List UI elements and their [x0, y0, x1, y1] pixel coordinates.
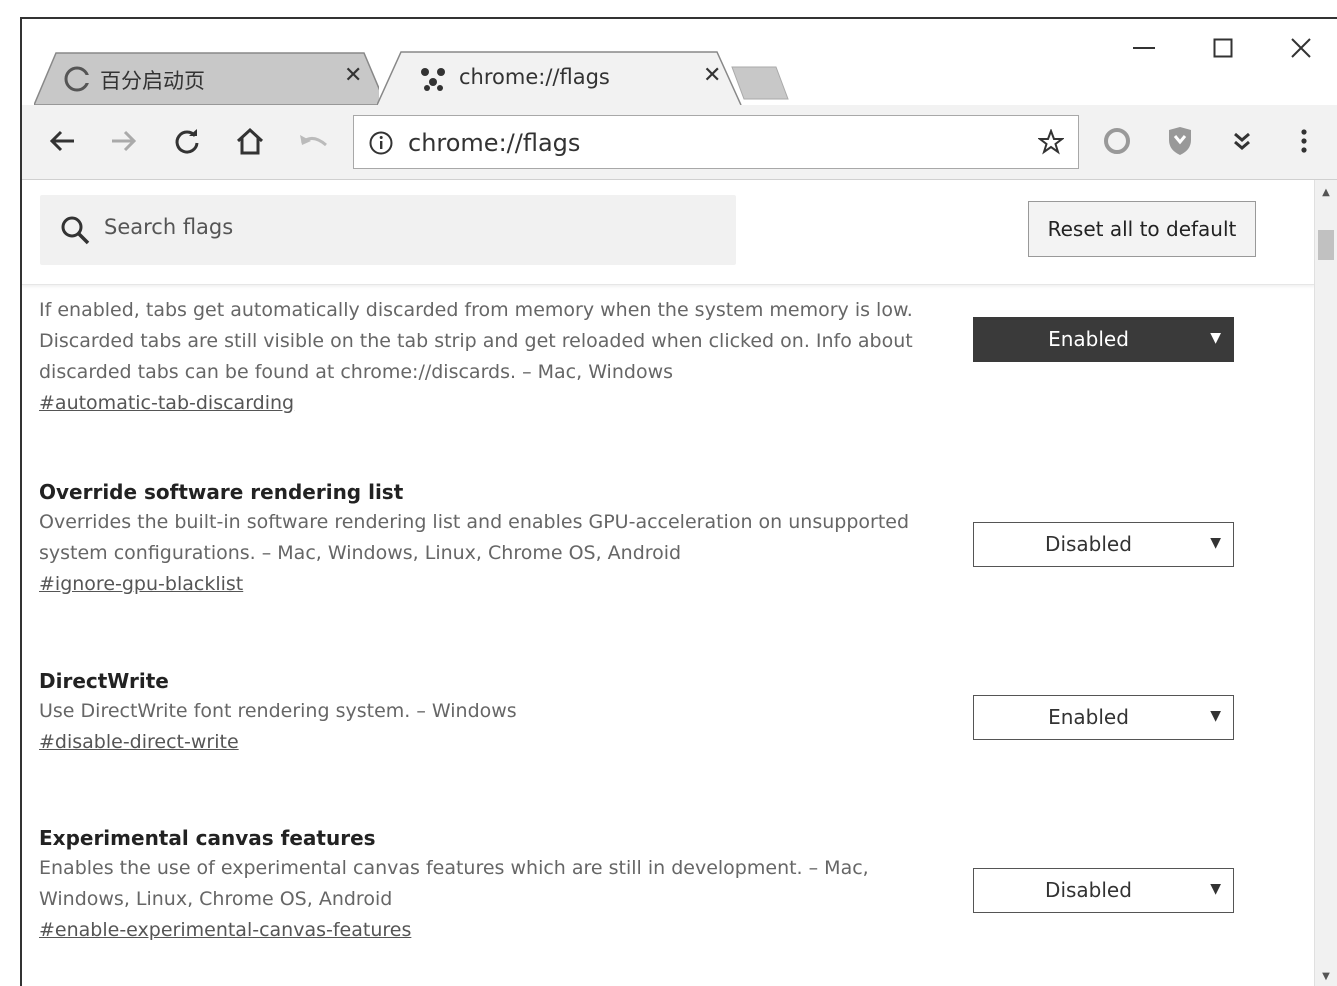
- reset-all-button[interactable]: Reset all to default: [1028, 201, 1256, 257]
- search-icon: [60, 215, 90, 249]
- tab-baifen[interactable]: 百分启动页 ✕: [34, 51, 379, 105]
- shield-icon: [1166, 126, 1194, 160]
- home-button[interactable]: [232, 125, 268, 161]
- caret-down-icon: ▼: [1210, 330, 1221, 346]
- tab-label: chrome://flags: [459, 65, 610, 89]
- flag-anchor-link[interactable]: #ignore-gpu-blacklist: [39, 573, 243, 595]
- search-placeholder: Search flags: [104, 215, 234, 239]
- extension-shield-button[interactable]: [1162, 125, 1198, 161]
- select-value: Disabled: [1045, 532, 1132, 556]
- flag-state-select[interactable]: Enabled ▼: [973, 317, 1234, 362]
- extension-chevrons-button[interactable]: [1224, 125, 1260, 161]
- flag-title: Experimental canvas features: [39, 826, 376, 850]
- flag-state-select[interactable]: Disabled ▼: [973, 522, 1234, 567]
- select-value: Disabled: [1045, 878, 1132, 902]
- flag-description: Enables the use of experimental canvas f…: [39, 857, 869, 910]
- undo-icon: [298, 131, 328, 155]
- select-value: Enabled: [1048, 705, 1129, 729]
- back-button[interactable]: [44, 125, 80, 161]
- caret-down-icon: ▼: [1210, 708, 1221, 724]
- tab-strip: 百分启动页 ✕ chrome://flags ✕: [22, 19, 1337, 105]
- info-icon: [368, 130, 394, 160]
- reload-button[interactable]: [169, 125, 205, 161]
- tab-close-icon[interactable]: ✕: [344, 63, 362, 88]
- new-tab-button[interactable]: [728, 65, 792, 101]
- close-window-icon[interactable]: [1281, 33, 1321, 63]
- address-bar-url: chrome://flags: [408, 129, 581, 157]
- select-value: Enabled: [1048, 327, 1129, 351]
- vertical-scrollbar[interactable]: ▲ ▼: [1314, 180, 1337, 986]
- baifen-logo-icon: [64, 66, 90, 96]
- caret-down-icon: ▼: [1210, 881, 1221, 897]
- flag-anchor-link[interactable]: #disable-direct-write: [39, 731, 239, 753]
- double-chevron-down-icon: [1230, 129, 1254, 157]
- home-icon: [235, 127, 265, 159]
- reload-icon: [173, 127, 201, 159]
- toolbar: chrome://flags: [22, 105, 1337, 180]
- more-vertical-icon: [1300, 128, 1308, 158]
- flag-anchor-link[interactable]: #enable-experimental-canvas-features: [39, 919, 411, 941]
- flag-title: DirectWrite: [39, 669, 169, 693]
- flag-title: Override software rendering list: [39, 480, 404, 504]
- scroll-down-icon[interactable]: ▼: [1315, 966, 1337, 986]
- scroll-up-icon[interactable]: ▲: [1315, 182, 1337, 202]
- browser-window: 百分启动页 ✕ chrome://flags ✕ chrome://flags …: [20, 17, 1337, 986]
- undo-button[interactable]: [295, 125, 331, 161]
- arrow-left-icon: [48, 129, 76, 157]
- tab-label: 百分启动页: [100, 69, 205, 93]
- circle-extension-icon: [1102, 126, 1132, 160]
- maximize-icon[interactable]: [1203, 33, 1243, 63]
- arrow-right-icon: [110, 129, 138, 157]
- search-header: Search flags Reset all to default: [22, 180, 1315, 285]
- minimize-icon[interactable]: [1124, 33, 1164, 63]
- tab-close-icon[interactable]: ✕: [703, 63, 721, 88]
- menu-button[interactable]: [1286, 125, 1322, 161]
- forward-button[interactable]: [106, 125, 142, 161]
- flags-experiment-icon: [419, 66, 447, 96]
- caret-down-icon: ▼: [1210, 535, 1221, 551]
- star-icon[interactable]: [1037, 128, 1065, 159]
- flag-description: Use DirectWrite font rendering system. –…: [39, 700, 517, 722]
- flag-description: If enabled, tabs get automatically disca…: [39, 299, 913, 383]
- flags-page: If enabled, tabs get automatically disca…: [22, 180, 1315, 986]
- flag-state-select[interactable]: Enabled ▼: [973, 695, 1234, 740]
- extension-circle-button[interactable]: [1099, 125, 1135, 161]
- flag-description: Overrides the built-in software renderin…: [39, 511, 910, 564]
- flag-state-select[interactable]: Disabled ▼: [973, 868, 1234, 913]
- flag-anchor-link[interactable]: #automatic-tab-discarding: [39, 392, 294, 414]
- tab-chrome-flags[interactable]: chrome://flags ✕: [377, 51, 742, 105]
- scroll-thumb[interactable]: [1318, 230, 1334, 260]
- search-input[interactable]: Search flags: [40, 195, 736, 265]
- address-bar[interactable]: chrome://flags: [353, 115, 1079, 169]
